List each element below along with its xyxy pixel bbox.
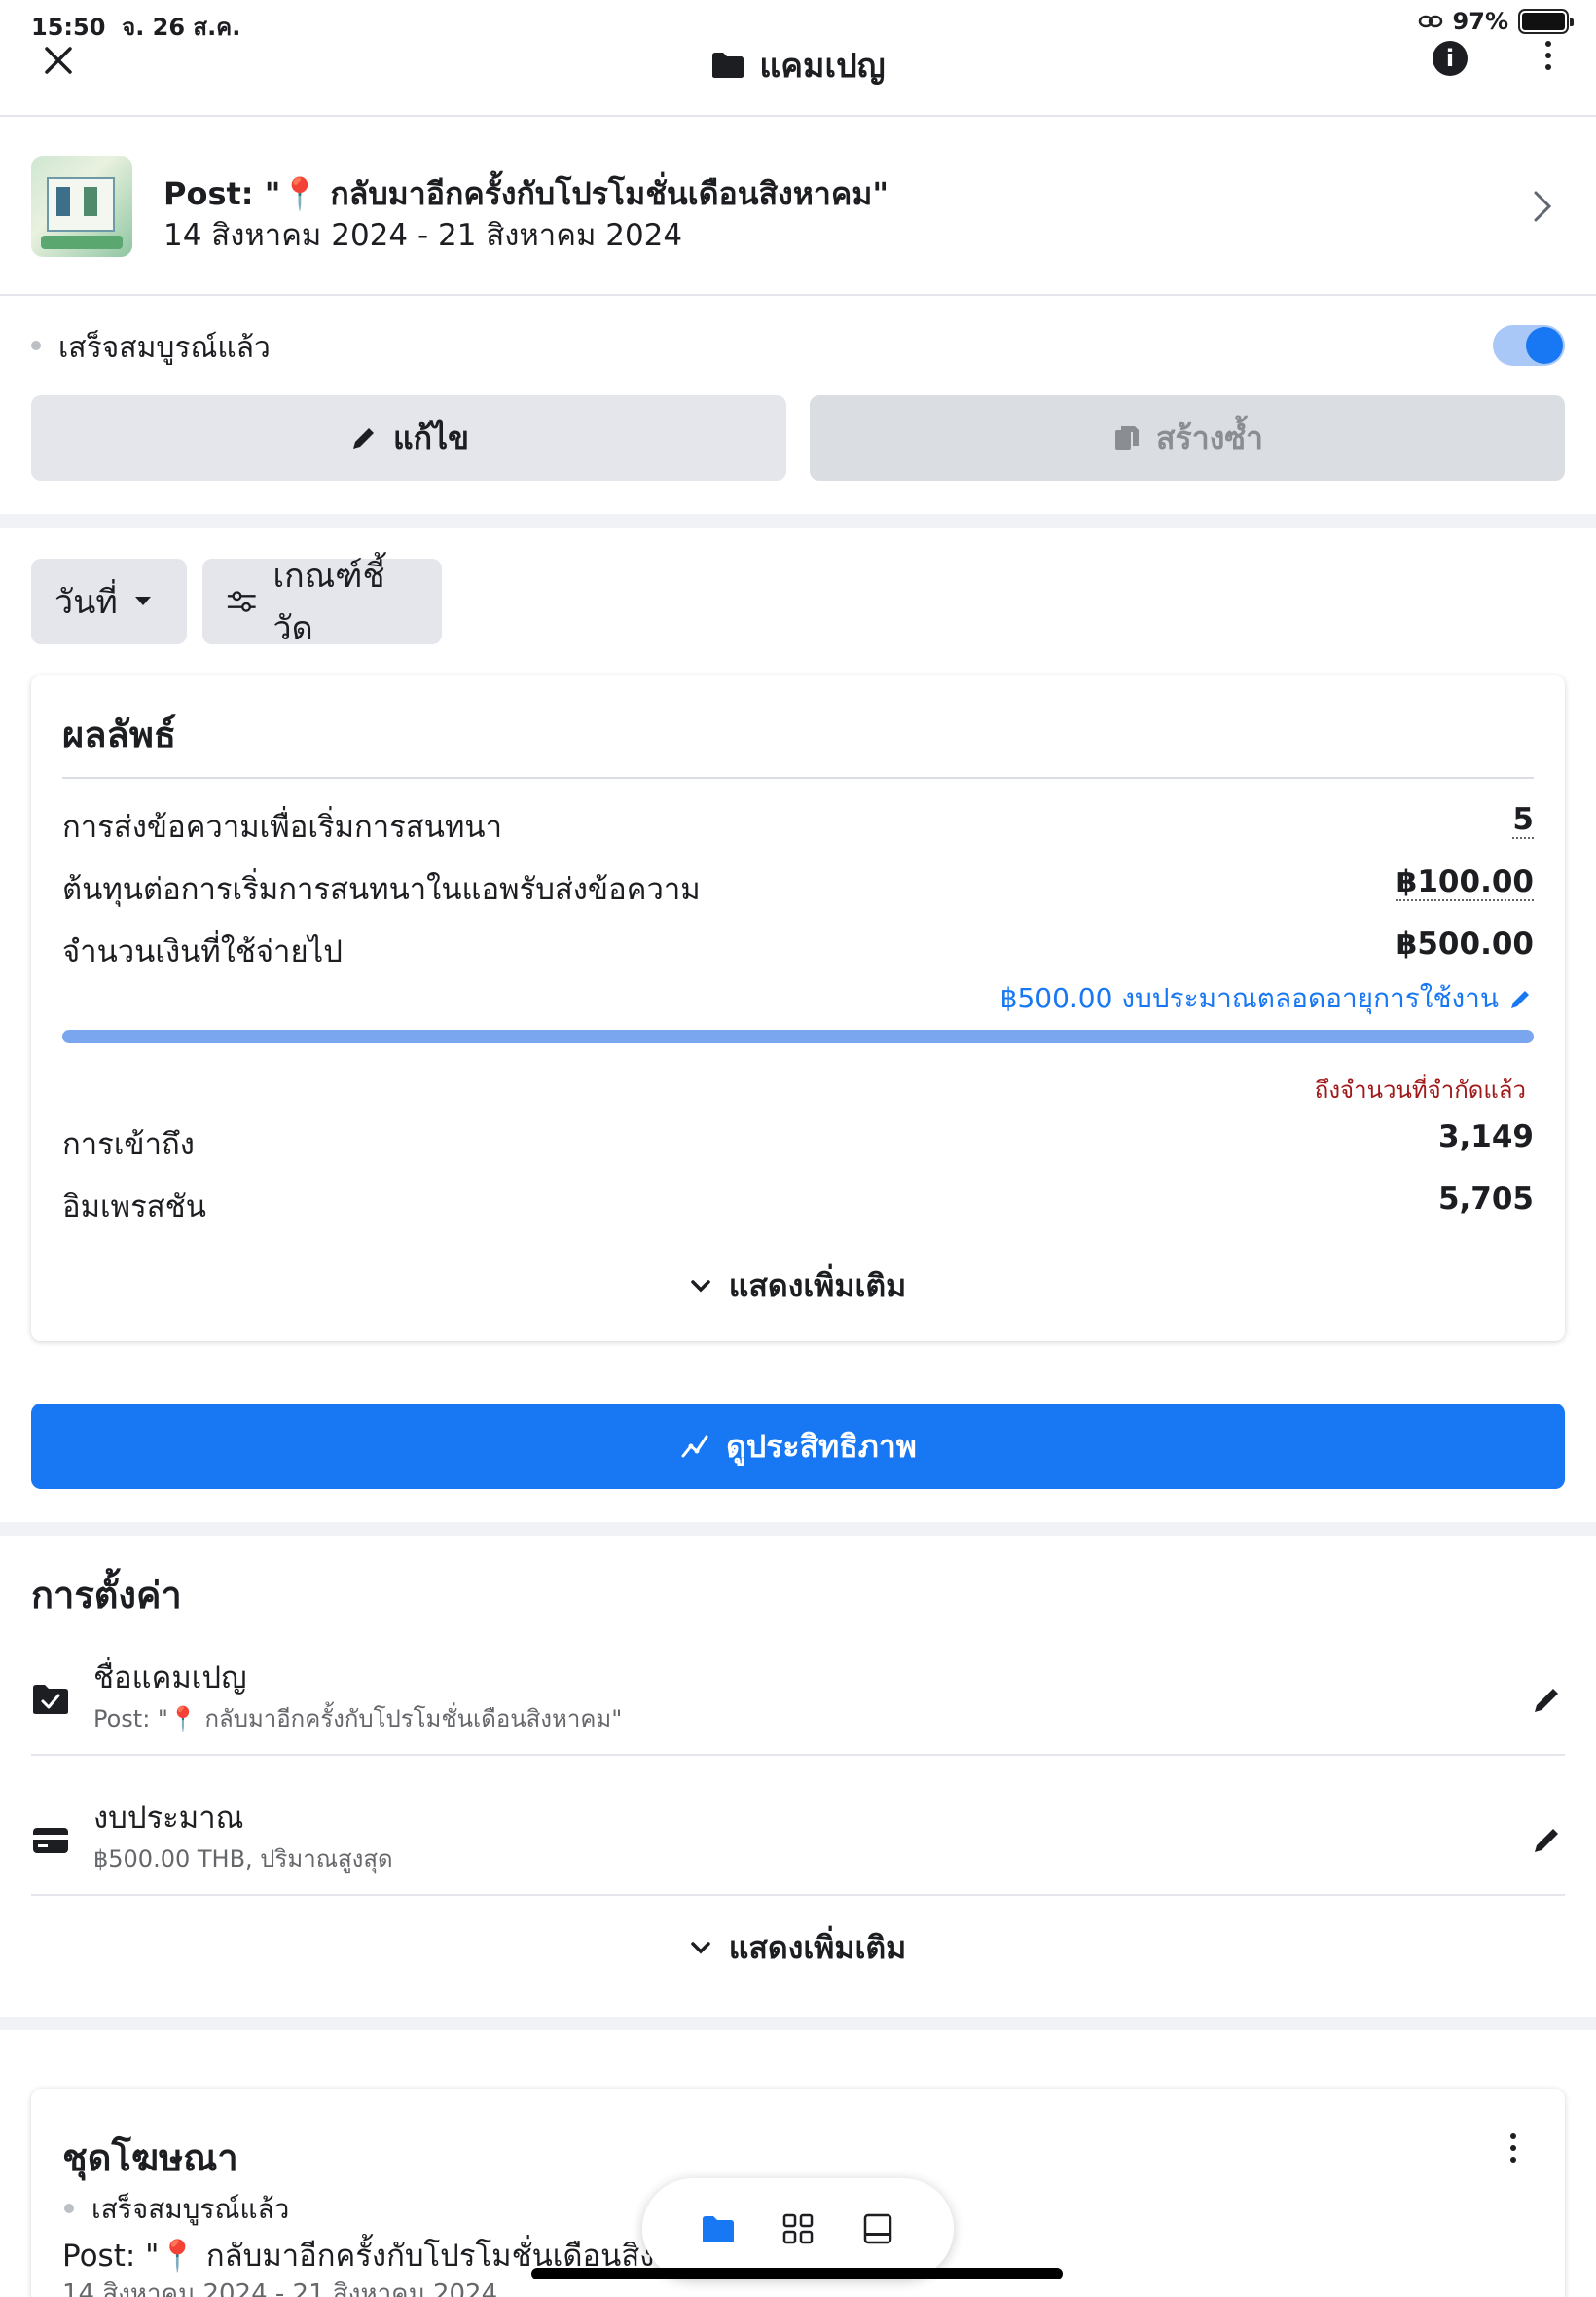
campaign-state-row: เสร็จสมบูรณ์แล้ว xyxy=(31,321,1565,370)
metric-value[interactable]: ฿100.00 xyxy=(1396,864,1534,901)
ad-set-title: ชุดโฆษณา xyxy=(62,2136,238,2179)
ad-set-state: เสร็จสมบูรณ์แล้ว xyxy=(91,2193,290,2225)
post-header[interactable]: Post: "📍 กลับมาอีกครั้งกับโปรโมชั่นเดือน… xyxy=(0,119,1596,296)
metric-label: ต้นทุนต่อการเริ่มการสนทนาในแอพรับส่งข้อค… xyxy=(62,872,701,907)
status-dot xyxy=(64,2204,74,2213)
folder-icon xyxy=(712,53,744,78)
settings-title: การตั้งค่า xyxy=(31,1574,182,1617)
metric-row: จำนวนเงินที่ใช้จ่ายไป ฿500.00 xyxy=(62,927,1534,975)
settings-show-more-label: แสดงเพิ่มเติม xyxy=(728,1929,907,1966)
edit-button[interactable]: แก้ไข xyxy=(31,395,786,481)
results-show-more-label: แสดงเพิ่มเติม xyxy=(728,1267,907,1304)
post-thumbnail xyxy=(31,156,132,257)
setting-value: ฿500.00 THB, ปริมาณสูงสุด xyxy=(93,1845,393,1873)
caret-down-icon xyxy=(134,597,151,605)
post-dates: 14 สิงหาคม 2024 - 21 สิงหาคม 2024 xyxy=(163,218,683,253)
grid-icon[interactable] xyxy=(780,2211,816,2246)
metric-label: การส่งข้อความเพื่อเริ่มการสนทนา xyxy=(62,810,502,845)
row-divider xyxy=(31,1754,1565,1756)
campaign-toggle[interactable] xyxy=(1493,325,1565,366)
reach-row: การเข้าถึง 3,149 xyxy=(62,1119,1534,1168)
reach-label: การเข้าถึง xyxy=(62,1127,195,1162)
date-filter-chip[interactable]: วันที่ xyxy=(31,559,187,644)
ad-set-dates: 14 สิงหาคม 2024 - 21 สิงหาคม 2024 xyxy=(62,2279,498,2297)
info-icon[interactable]: i xyxy=(1433,41,1468,76)
results-show-more[interactable]: แสดงเพิ่มเติม xyxy=(31,1261,1565,1311)
chevron-down-icon xyxy=(691,1279,710,1292)
chevron-down-icon xyxy=(691,1941,710,1953)
setting-campaign-name[interactable]: ชื่อแคมเปญ Post: "📍 กลับมาอีกครั้งกับโปร… xyxy=(31,1647,1565,1789)
copy-icon xyxy=(1115,426,1139,450)
spend-progress-fill xyxy=(62,1030,1534,1043)
folder-icon[interactable] xyxy=(701,2211,736,2246)
metric-value: ฿500.00 xyxy=(1396,927,1534,962)
pencil-icon[interactable] xyxy=(1530,1682,1565,1717)
results-title: ผลลัพธ์ xyxy=(62,713,177,756)
ad-preview-icon[interactable] xyxy=(860,2211,895,2246)
limit-reached-note: ถึงจำนวนที่จำกัดแล้ว xyxy=(1314,1076,1526,1104)
metrics-filter-label: เกณฑ์ชี้วัด xyxy=(272,557,385,648)
status-dot xyxy=(31,341,41,350)
metric-row: การส่งข้อความเพื่อเริ่มการสนทนา 5 xyxy=(62,802,1534,851)
view-performance-label: ดูประสิทธิภาพ xyxy=(726,1427,917,1465)
setting-value: Post: "📍 กลับมาอีกครั้งกับโปรโมชั่นเดือน… xyxy=(93,1705,623,1732)
edit-button-label: แก้ไข xyxy=(393,419,469,456)
bottom-tab-bar xyxy=(642,2178,954,2279)
nav-bar: แคมเปญ i xyxy=(0,27,1596,117)
settings-show-more[interactable]: แสดงเพิ่มเติม xyxy=(0,1923,1596,1973)
sliders-icon xyxy=(227,591,256,612)
chevron-right-icon xyxy=(1534,191,1552,222)
pencil-icon xyxy=(1511,991,1529,1008)
trend-icon xyxy=(681,1435,708,1458)
spend-progress-bar xyxy=(62,1030,1534,1043)
impressions-value: 5,705 xyxy=(1437,1182,1534,1217)
setting-name: ชื่อแคมเปญ xyxy=(93,1660,247,1695)
results-divider xyxy=(62,777,1534,779)
more-icon[interactable] xyxy=(1508,2133,1518,2172)
impressions-label: อิมเพรสชัน xyxy=(62,1189,206,1224)
page-title: แคมเปญ xyxy=(0,39,1596,91)
metric-value[interactable]: 5 xyxy=(1512,802,1534,839)
metric-row: ต้นทุนต่อการเริ่มการสนทนาในแอพรับส่งข้อค… xyxy=(62,864,1534,913)
nav-title-text: แคมเปญ xyxy=(759,47,886,86)
duplicate-button[interactable]: สร้างซ้ำ xyxy=(810,395,1565,481)
lifetime-budget-text: ฿500.00 งบประมาณตลอดอายุการใช้งาน xyxy=(999,982,1499,1014)
folder-check-icon xyxy=(33,1685,68,1714)
row-divider xyxy=(31,1894,1565,1896)
reach-value: 3,149 xyxy=(1437,1119,1534,1154)
duplicate-button-label: สร้างซ้ำ xyxy=(1156,419,1263,456)
impressions-row: อิมเพรสชัน 5,705 xyxy=(62,1182,1534,1230)
credit-card-icon xyxy=(33,1828,68,1853)
metric-label: จำนวนเงินที่ใช้จ่ายไป xyxy=(62,934,343,969)
home-indicator xyxy=(531,2268,1063,2279)
pencil-icon xyxy=(353,428,375,449)
section-divider xyxy=(0,514,1596,528)
more-icon[interactable] xyxy=(1543,41,1553,76)
section-divider xyxy=(0,1522,1596,1536)
date-filter-label: วันที่ xyxy=(54,583,118,622)
section-divider xyxy=(0,2017,1596,2030)
lifetime-budget-link[interactable]: ฿500.00 งบประมาณตลอดอายุการใช้งาน xyxy=(1000,977,1534,1020)
setting-budget[interactable]: งบประมาณ ฿500.00 THB, ปริมาณสูงสุด xyxy=(31,1787,1565,1929)
setting-name: งบประมาณ xyxy=(93,1801,244,1836)
results-card: ผลลัพธ์ การส่งข้อความเพื่อเริ่มการสนทนา … xyxy=(31,675,1565,1341)
campaign-state-label: เสร็จสมบูรณ์แล้ว xyxy=(58,331,271,365)
pencil-icon[interactable] xyxy=(1530,1822,1565,1857)
view-performance-button[interactable]: ดูประสิทธิภาพ xyxy=(31,1404,1565,1489)
metrics-filter-chip[interactable]: เกณฑ์ชี้วัด xyxy=(202,557,442,648)
